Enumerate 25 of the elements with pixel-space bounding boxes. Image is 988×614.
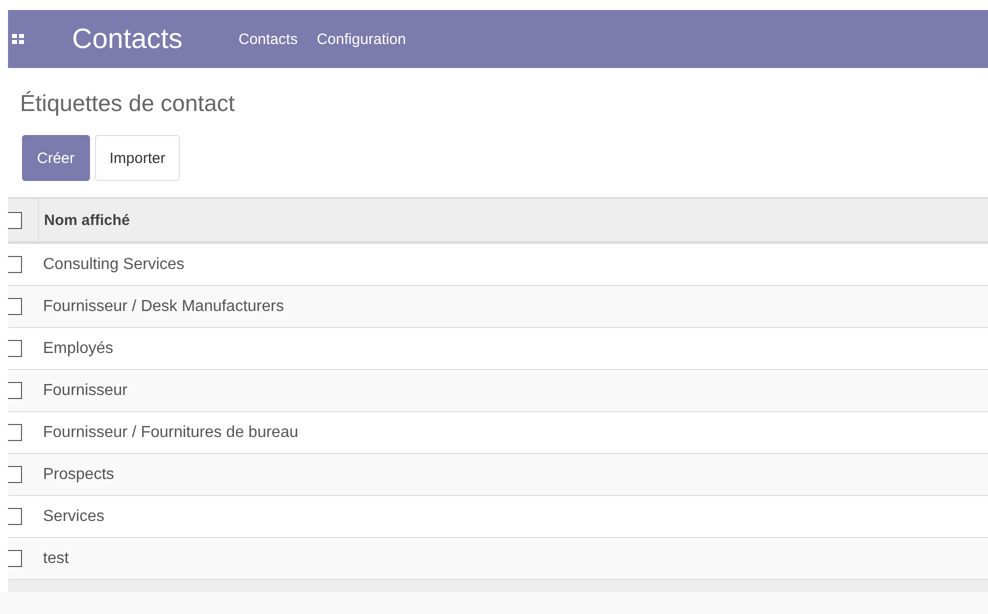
table-cell[interactable]: Consulting Services [38, 256, 184, 274]
row-checkbox[interactable] [8, 424, 22, 441]
menu-item[interactable]: Contacts [238, 30, 298, 48]
row-checkbox[interactable] [8, 508, 22, 525]
row-checkbox[interactable] [8, 382, 22, 399]
table-cell[interactable]: Fournisseur [38, 382, 128, 400]
select-all-checkbox[interactable] [8, 212, 22, 228]
column-header[interactable]: Nom affiché [39, 212, 130, 228]
row-checkbox[interactable] [8, 550, 22, 567]
menu-item[interactable]: Configuration [316, 30, 406, 48]
table-cell[interactable]: Services [38, 508, 104, 526]
row-checkbox[interactable] [8, 466, 22, 483]
row-checkbox[interactable] [8, 340, 22, 357]
row-checkbox[interactable] [8, 298, 22, 315]
apps-grid-icon[interactable] [12, 34, 24, 44]
table-cell[interactable]: Employés [38, 340, 114, 358]
table-cell[interactable]: Fournisseur / Fournitures de bureau [38, 424, 298, 442]
row-checkbox[interactable] [8, 256, 22, 273]
table-cell[interactable]: Fournisseur / Desk Manufacturers [38, 298, 284, 316]
table-cell[interactable]: Prospects [38, 466, 114, 484]
create-button[interactable]: Créer [22, 135, 90, 181]
app-title: Contacts [72, 23, 182, 55]
import-button[interactable]: Importer [94, 135, 180, 181]
page-title: Étiquettes de contact [19, 89, 236, 118]
table-cell[interactable]: test [38, 550, 69, 568]
